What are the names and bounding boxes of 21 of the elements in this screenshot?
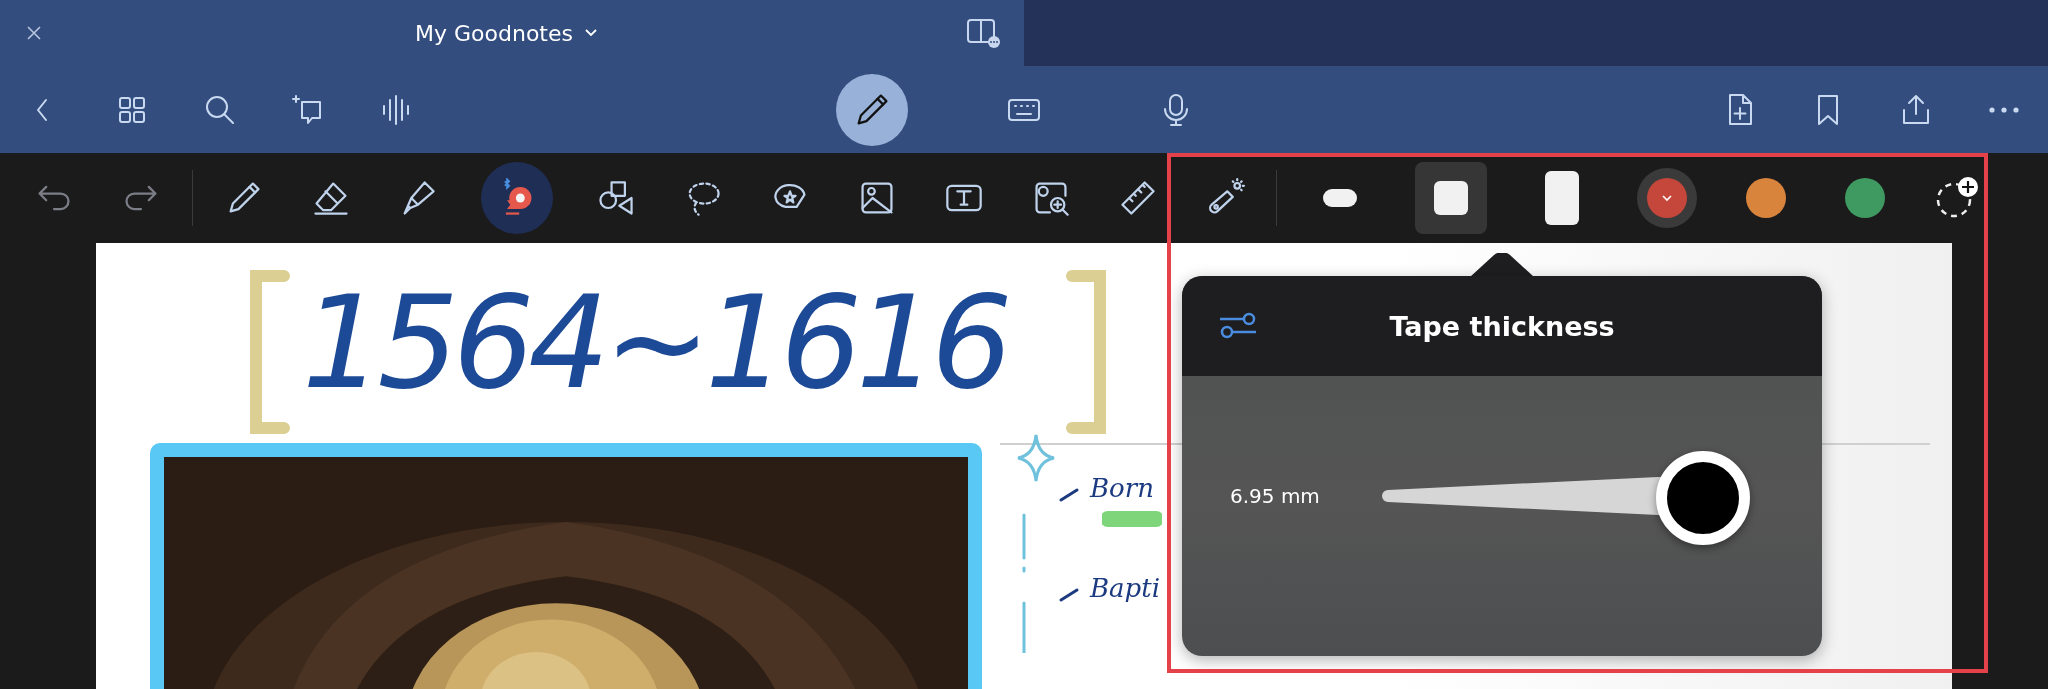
popover-title: Tape thickness bbox=[1389, 310, 1615, 342]
close-icon bbox=[26, 25, 42, 41]
chevron-down-icon bbox=[582, 27, 599, 39]
sparkle-icon bbox=[1016, 433, 1056, 483]
split-view-icon[interactable] bbox=[966, 16, 1002, 50]
thickness-option[interactable] bbox=[1415, 162, 1487, 234]
thickness-reading: 6.95 mm bbox=[1230, 484, 1320, 508]
handwritten-heading: 1564~1616 bbox=[302, 273, 1007, 414]
slider-thumb[interactable] bbox=[1655, 451, 1750, 545]
dash-mark bbox=[1058, 487, 1080, 503]
dashed-line bbox=[1020, 513, 1028, 573]
dash-mark bbox=[1058, 587, 1080, 603]
chevron-down-icon bbox=[1661, 194, 1673, 202]
tall-bar-icon bbox=[1545, 171, 1579, 225]
handwritten-note: Born bbox=[1090, 473, 1154, 503]
settings-sliders-icon[interactable] bbox=[1218, 310, 1258, 340]
ruler-icon bbox=[1118, 178, 1158, 218]
handwritten-note: Bapti bbox=[1090, 573, 1160, 603]
thin-bar-icon bbox=[1323, 189, 1357, 207]
square-swatch-icon bbox=[1434, 181, 1468, 215]
shapes-icon bbox=[596, 178, 636, 218]
